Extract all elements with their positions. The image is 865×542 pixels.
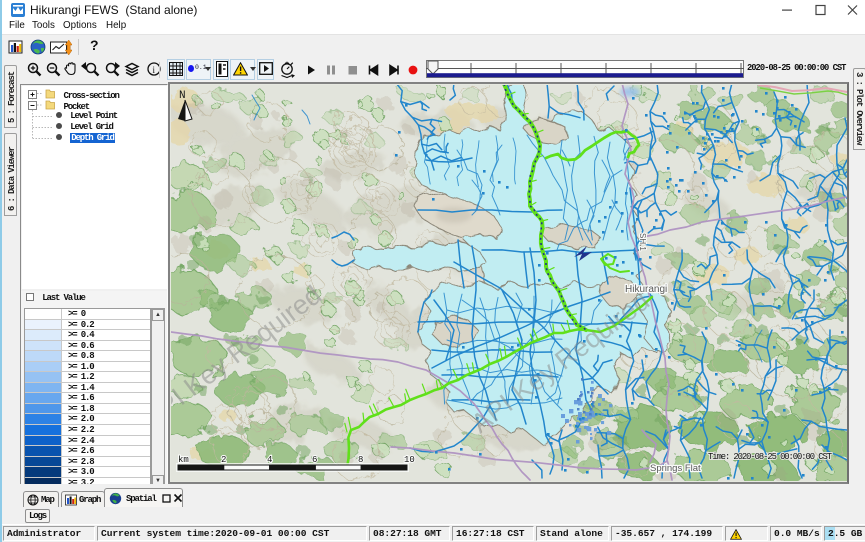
svg-text:i: i: [153, 65, 156, 75]
